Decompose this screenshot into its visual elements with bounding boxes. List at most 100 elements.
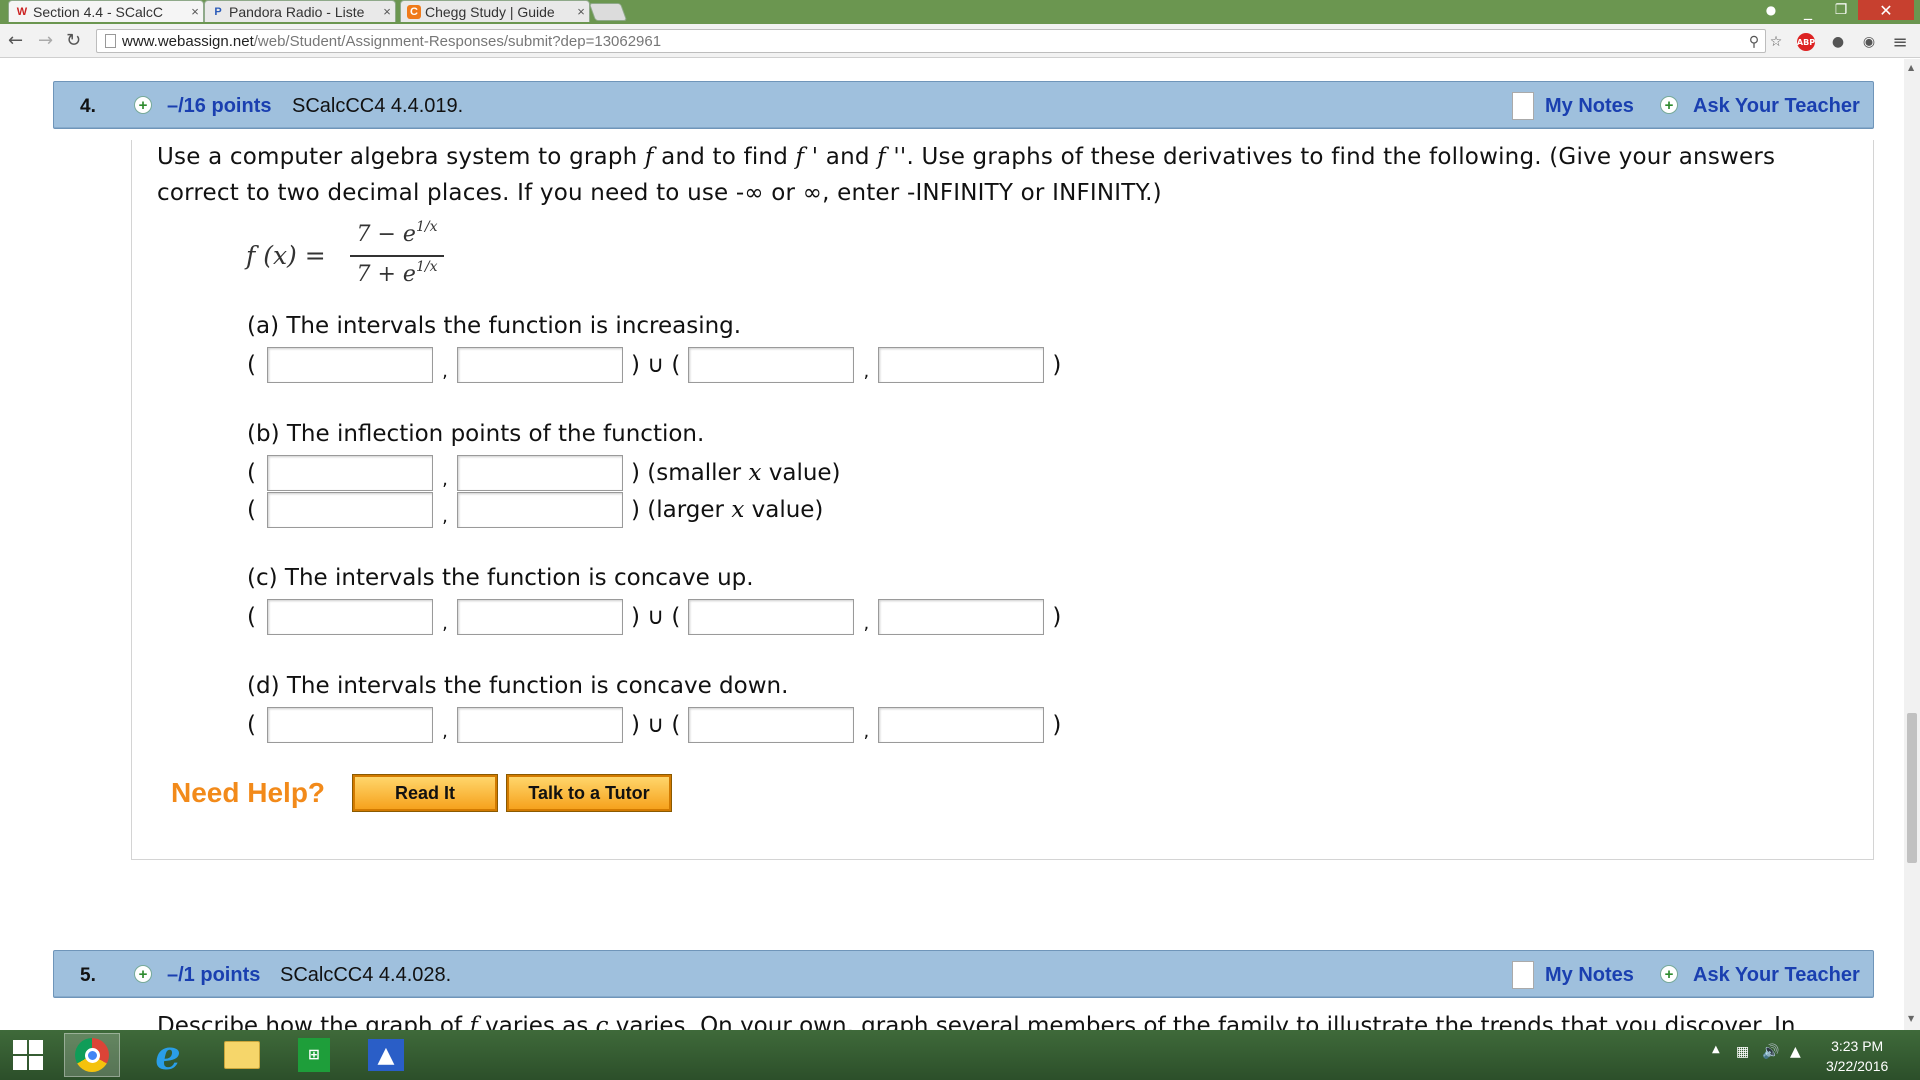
question-number: 4. (80, 96, 96, 117)
part-b-answer-row-smaller: ( , ) (smaller x value) (247, 455, 841, 491)
union-symbol: ) ∪ ( (631, 352, 681, 378)
part-a-input-2[interactable] (457, 347, 623, 383)
ask-your-teacher-link[interactable]: Ask Your Teacher (1693, 95, 1860, 118)
larger-x-value-label: ) (larger x value) (631, 497, 824, 523)
scroll-up-arrow-icon[interactable]: ▲ (1908, 63, 1914, 72)
page-content: 4. + –/16 points SCalcCC4 4.4.019. My No… (0, 59, 1904, 1030)
notes-icon[interactable] (1512, 92, 1534, 120)
formula-lhs: f (x) = (246, 241, 326, 270)
volume-icon[interactable]: 🔊 (1762, 1044, 1779, 1060)
tab-close-icon[interactable]: × (379, 4, 395, 19)
question-header: 5. + –/1 points SCalcCC4 4.4.028. My Not… (53, 950, 1874, 998)
tab-webassign[interactable]: W Section 4.4 - SCalcC × (8, 0, 204, 22)
part-a-answer-row: ( , ) ∪ ( , ) (247, 347, 1061, 383)
talk-to-tutor-button[interactable]: Talk to a Tutor (506, 774, 672, 812)
part-b-input-4[interactable] (457, 492, 623, 528)
part-c-input-2[interactable] (457, 599, 623, 635)
zoom-icon[interactable]: ⚲ (1744, 32, 1764, 52)
reload-icon[interactable]: ↻ (66, 30, 81, 51)
expand-plus-icon[interactable]: + (134, 965, 152, 983)
windows-start-icon[interactable] (0, 1033, 56, 1077)
store-icon[interactable]: ⊞ (286, 1033, 342, 1077)
new-tab-button[interactable] (588, 3, 628, 21)
windows-taskbar: e ⊞ ▲ ▲ ▦ 🔊 ▲ 3:23 PM 3/22/2016 (0, 1030, 1920, 1080)
forward-arrow-icon[interactable]: → (38, 30, 53, 51)
tab-strip: W Section 4.4 - SCalcC × P Pandora Radio… (0, 0, 1920, 24)
need-help-label: Need Help? (171, 777, 326, 808)
url-path: /web/Student/Assignment-Responses/submit… (253, 32, 662, 50)
tab-pandora[interactable]: P Pandora Radio - Liste × (204, 0, 396, 22)
clock-time: 3:23 PM (1831, 1038, 1884, 1054)
bookmark-star-icon[interactable]: ☆ (1766, 32, 1786, 52)
part-d-answer-row: ( , ) ∪ ( , ) (247, 707, 1061, 743)
read-it-button[interactable]: Read It (352, 774, 498, 812)
file-explorer-icon[interactable] (214, 1033, 270, 1077)
page-icon (105, 34, 116, 48)
part-a-input-1[interactable] (267, 347, 433, 383)
part-d-input-1[interactable] (267, 707, 433, 743)
question-number: 5. (80, 965, 96, 986)
part-c-answer-row: ( , ) ∪ ( , ) (247, 599, 1061, 635)
smaller-x-value-label: ) (smaller x value) (631, 460, 841, 486)
back-arrow-icon[interactable]: ← (8, 30, 23, 51)
part-c-input-4[interactable] (878, 599, 1045, 635)
chegg-icon: C (407, 4, 421, 19)
scroll-down-arrow-icon[interactable]: ▼ (1908, 1014, 1914, 1023)
question-code: SCalcCC4 4.4.019. (292, 95, 464, 117)
browser-toolbar: ← → ↻ www.webassign.net/web/Student/Assi… (0, 24, 1920, 58)
extension-icon[interactable]: ● (1828, 32, 1848, 52)
tab-close-icon[interactable]: × (573, 4, 589, 19)
ask-your-teacher-link[interactable]: Ask Your Teacher (1693, 964, 1860, 987)
tab-title: Section 4.4 - SCalcC (33, 3, 163, 20)
vertical-scrollbar[interactable]: ▲ ▼ (1904, 59, 1920, 1030)
part-c-input-3[interactable] (688, 599, 855, 635)
formula-denominator: 7 + e1/x (356, 259, 438, 287)
my-notes-link[interactable]: My Notes (1545, 95, 1634, 118)
points-link[interactable]: –/1 points (167, 964, 260, 987)
part-a-input-4[interactable] (878, 347, 1045, 383)
part-d-input-4[interactable] (878, 707, 1045, 743)
part-b-input-2[interactable] (457, 455, 623, 491)
tab-title: Pandora Radio - Liste (229, 3, 365, 20)
part-d-input-3[interactable] (688, 707, 855, 743)
ask-teacher-plus-icon[interactable]: + (1660, 965, 1678, 983)
tab-close-icon[interactable]: × (187, 4, 203, 19)
internet-explorer-icon[interactable]: e (140, 1032, 196, 1079)
part-d-label: (d) The intervals the function is concav… (247, 673, 789, 699)
menu-icon[interactable]: ≡ (1890, 32, 1910, 53)
ask-teacher-plus-icon[interactable]: + (1660, 96, 1678, 114)
part-a-label: (a) The intervals the function is increa… (247, 313, 742, 339)
my-notes-link[interactable]: My Notes (1545, 964, 1634, 987)
part-b-input-3[interactable] (267, 492, 433, 528)
close-window-button[interactable]: ✕ (1858, 0, 1914, 20)
notes-icon[interactable] (1512, 961, 1534, 989)
address-bar[interactable]: www.webassign.net/web/Student/Assignment… (96, 29, 1766, 53)
question-prompt: Describe how the graph of f varies as c … (157, 1013, 1796, 1030)
expand-plus-icon[interactable]: + (134, 96, 152, 114)
restore-button[interactable]: ❐ (1826, 0, 1856, 20)
extension-icon[interactable]: ◉ (1859, 32, 1879, 52)
points-link[interactable]: –/16 points (167, 95, 271, 118)
clock-date: 3/22/2016 (1826, 1058, 1889, 1074)
chrome-icon[interactable] (64, 1033, 120, 1077)
formula-fraction: 7 − e1/x 7 + e1/x (350, 219, 444, 293)
app-icon[interactable]: ▲ (358, 1033, 414, 1077)
part-c-input-1[interactable] (267, 599, 433, 635)
formula-numerator: 7 − e1/x (356, 219, 438, 247)
adblock-plus-icon[interactable]: ABP (1797, 33, 1815, 51)
network-icon[interactable]: ▲ (1790, 1044, 1801, 1060)
part-b-answer-row-larger: ( , ) (larger x value) (247, 492, 823, 528)
user-profile-icon[interactable]: ● (1758, 0, 1784, 20)
url-host: www.webassign.net (122, 32, 254, 50)
tab-title: Chegg Study | Guide (425, 3, 555, 20)
part-b-input-1[interactable] (267, 455, 433, 491)
part-d-input-2[interactable] (457, 707, 623, 743)
pandora-icon: P (214, 5, 222, 18)
minimize-button[interactable]: _ (1794, 0, 1822, 20)
tab-chegg[interactable]: C Chegg Study | Guide × (400, 0, 590, 22)
scroll-thumb[interactable] (1907, 713, 1917, 863)
system-clock[interactable]: 3:23 PM 3/22/2016 (1826, 1036, 1888, 1076)
part-a-input-3[interactable] (688, 347, 855, 383)
action-center-icon[interactable]: ▦ (1736, 1044, 1749, 1060)
show-hidden-icons-icon[interactable]: ▲ (1712, 1044, 1720, 1055)
